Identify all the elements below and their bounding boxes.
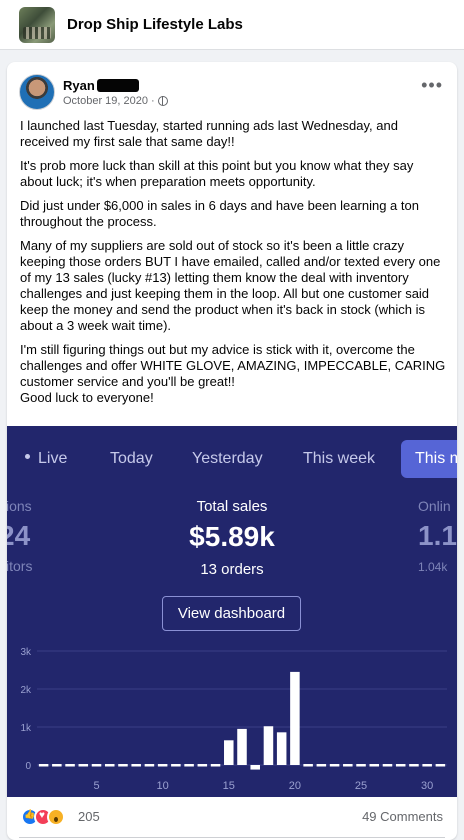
comment-count-link[interactable]: 49 Comments <box>362 809 443 824</box>
post-date-line: October 19, 2020 · <box>63 95 168 107</box>
chart-bar <box>409 764 419 767</box>
post-paragraph-1: I launched last Tuesday, started running… <box>20 118 398 149</box>
reaction-count[interactable]: 205 <box>78 809 100 824</box>
post-date[interactable]: October 19, 2020 · <box>63 95 155 107</box>
post-author-row: Ryan October 19, 2020 · <box>19 72 168 112</box>
online-label: Onlin <box>418 498 451 514</box>
chart-bar <box>38 764 49 767</box>
chart-bar <box>343 764 353 767</box>
tab-live: Live <box>25 440 67 478</box>
chart-bar <box>369 764 380 767</box>
chart-bar <box>237 728 247 765</box>
post-paragraph-2: It's prob more luck than skill at this p… <box>20 158 414 189</box>
online-value: 1.1 <box>418 520 457 551</box>
view-dashboard-button: View dashboard <box>162 596 301 631</box>
author-meta: Ryan October 19, 2020 · <box>63 78 168 107</box>
chart-bar <box>104 764 115 767</box>
group-header: Drop Ship Lifestyle Labs <box>0 0 464 50</box>
tab-today: Today <box>110 450 153 467</box>
chart-bar <box>210 764 221 767</box>
chart-bar <box>65 764 75 767</box>
wow-icon <box>47 808 65 826</box>
x-tick-label: 30 <box>421 780 433 792</box>
author-name[interactable]: Ryan <box>63 78 95 93</box>
author-line: Ryan <box>63 78 168 93</box>
group-name[interactable]: Drop Ship Lifestyle Labs <box>67 16 243 33</box>
y-tick-label: 2k <box>20 685 32 696</box>
post-paragraph-6: Good luck to everyone! <box>20 390 154 405</box>
sales-dashboard-screenshot[interactable]: Live Today Yesterday This week This m si… <box>7 426 457 797</box>
tab-this-month: This m <box>401 440 457 478</box>
tab-live-label: Live <box>38 450 68 467</box>
chart-bar <box>422 764 432 767</box>
chart-bar <box>91 764 102 767</box>
more-options-button[interactable]: ••• <box>421 76 443 94</box>
online-stat: Onlin 1.1 1.04k <box>418 498 457 574</box>
post-card: Ryan October 19, 2020 · ••• I launched l… <box>7 62 457 840</box>
post-paragraph-4: Many of my suppliers are sold out of sto… <box>20 238 441 333</box>
card-divider <box>19 837 445 838</box>
x-tick-label: 15 <box>223 780 235 792</box>
chart-bar <box>250 765 260 770</box>
chart-bar <box>303 764 313 767</box>
chart-bar <box>131 764 141 767</box>
chart-bar <box>395 764 406 767</box>
tab-yesterday: Yesterday <box>192 450 263 467</box>
name-redaction-bar <box>96 78 139 92</box>
post-paragraph-3: Did just under $6,000 in sales in 6 days… <box>20 198 419 229</box>
chart-bar <box>276 732 287 765</box>
chart-bar <box>52 764 62 767</box>
chart-bar <box>118 764 128 767</box>
x-tick-label: 5 <box>93 780 99 792</box>
chart-bar <box>435 764 446 767</box>
x-tick-label: 20 <box>289 780 301 792</box>
group-cover-thumbnail[interactable] <box>19 6 55 43</box>
reactions-bar: 205 49 Comments <box>7 803 457 829</box>
globe-icon <box>157 95 168 106</box>
chart-bar <box>144 764 155 767</box>
dashboard-tabs: Live Today Yesterday This week This m <box>7 440 457 480</box>
chart-bar <box>171 764 181 767</box>
chart-bar <box>382 764 393 767</box>
online-sub: 1.04k <box>418 560 448 574</box>
chart-bar <box>197 764 208 767</box>
chart-bar <box>329 764 340 767</box>
chart-bar <box>224 740 234 765</box>
chart-bar <box>263 726 274 765</box>
chart-bar <box>356 764 366 767</box>
tab-this-week: This week <box>303 450 376 467</box>
y-tick-label: 1k <box>20 723 32 734</box>
chart-bar <box>290 671 300 765</box>
author-avatar[interactable] <box>19 74 55 110</box>
live-dot-icon <box>25 454 30 460</box>
total-sales-value: $5.89k <box>189 521 275 552</box>
chart-bar <box>316 764 327 767</box>
post-body: I launched last Tuesday, started running… <box>20 118 448 406</box>
daily-sales-chart: 3k 2k 1k 0 5 10 15 20 25 30 <box>20 647 447 792</box>
total-sales-label: Total sales <box>196 498 268 515</box>
chart-bar <box>157 764 168 767</box>
y-tick-label: 3k <box>20 647 32 658</box>
orders-count: 13 orders <box>200 561 264 578</box>
x-tick-label: 25 <box>355 780 367 792</box>
chart-bar <box>184 764 194 767</box>
total-sales-stat: Total sales $5.89k 13 orders <box>7 498 457 578</box>
post-paragraph-5: I'm still figuring things out but my adv… <box>20 342 446 389</box>
x-tick-label: 10 <box>157 780 169 792</box>
chart-bar <box>78 764 89 767</box>
y-tick-label: 0 <box>25 761 31 772</box>
